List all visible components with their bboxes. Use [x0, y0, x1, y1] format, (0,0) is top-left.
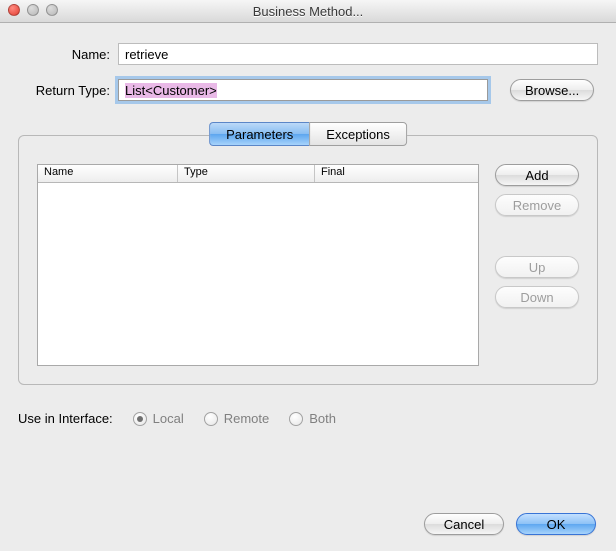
window-title: Business Method... — [253, 4, 364, 19]
up-button: Up — [495, 256, 579, 278]
column-type[interactable]: Type — [178, 165, 315, 182]
table-header: Name Type Final — [38, 165, 478, 183]
name-input[interactable] — [118, 43, 598, 65]
parameters-table[interactable]: Name Type Final — [37, 164, 479, 366]
down-button: Down — [495, 286, 579, 308]
tab-parameters[interactable]: Parameters — [209, 122, 309, 146]
return-type-value: List<Customer> — [125, 83, 217, 98]
radio-remote-label: Remote — [224, 411, 270, 426]
interface-label: Use in Interface: — [18, 411, 113, 426]
ok-button[interactable]: OK — [516, 513, 596, 535]
radio-both: Both — [289, 411, 336, 426]
add-button[interactable]: Add — [495, 164, 579, 186]
name-label: Name: — [18, 47, 118, 62]
tab-bar: Parameters Exceptions — [209, 122, 407, 146]
radio-both-button — [289, 412, 303, 426]
tab-exceptions[interactable]: Exceptions — [309, 122, 407, 146]
remove-button: Remove — [495, 194, 579, 216]
parameters-groupbox: Parameters Exceptions Name Type Final Ad… — [18, 135, 598, 385]
zoom-icon — [46, 4, 58, 16]
radio-remote: Remote — [204, 411, 270, 426]
title-bar: Business Method... — [0, 0, 616, 23]
radio-local-button — [133, 412, 147, 426]
return-type-label: Return Type: — [18, 83, 118, 98]
radio-remote-button — [204, 412, 218, 426]
close-icon[interactable] — [8, 4, 20, 16]
browse-button[interactable]: Browse... — [510, 79, 594, 101]
cancel-button[interactable]: Cancel — [424, 513, 504, 535]
radio-local: Local — [133, 411, 184, 426]
minimize-icon — [27, 4, 39, 16]
column-final[interactable]: Final — [315, 165, 478, 182]
return-type-input[interactable]: List<Customer> — [118, 79, 488, 101]
window-controls — [8, 4, 58, 16]
radio-local-label: Local — [153, 411, 184, 426]
column-name[interactable]: Name — [38, 165, 178, 182]
radio-both-label: Both — [309, 411, 336, 426]
